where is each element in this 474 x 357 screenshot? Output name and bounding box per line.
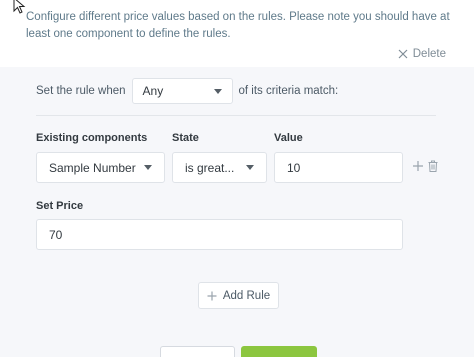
divider: [36, 115, 436, 116]
delete-label: Delete: [412, 48, 446, 60]
value-label: Value: [274, 132, 303, 144]
rule-suffix-text: of its criteria match:: [238, 85, 339, 97]
cancel-button[interactable]: [160, 346, 235, 357]
mouse-pointer-icon: [13, 0, 26, 14]
chevron-down-icon: [144, 165, 152, 170]
rules-description: Configure different price values based o…: [26, 11, 450, 40]
add-rule-label: Add Rule: [222, 289, 271, 302]
set-price-input[interactable]: 70: [36, 219, 403, 250]
component-select[interactable]: Sample Number: [36, 152, 165, 183]
add-rule-button[interactable]: Add Rule: [198, 282, 279, 309]
match-type-value: Any: [142, 84, 164, 98]
chevron-down-icon: [213, 88, 222, 94]
trash-icon[interactable]: [428, 160, 438, 172]
rule-match-row: Set the rule when Any of its criteria ma…: [36, 78, 338, 104]
component-select-value: Sample Number: [49, 160, 136, 175]
existing-components-label: Existing components: [36, 132, 148, 144]
rule-panel: [0, 67, 474, 357]
set-price-label: Set Price: [36, 200, 84, 212]
rule-prefix-text: Set the rule when: [36, 85, 126, 97]
set-price-value: 70: [49, 227, 63, 242]
save-button[interactable]: [241, 346, 317, 357]
add-criteria-plus-icon[interactable]: [412, 160, 424, 172]
state-label: State: [172, 132, 199, 144]
chevron-down-icon: [246, 165, 254, 170]
value-input[interactable]: 10: [274, 152, 403, 183]
close-icon: [398, 49, 408, 59]
state-select-value: is great...: [185, 160, 235, 175]
state-select[interactable]: is great...: [172, 152, 267, 183]
value-input-text: 10: [287, 160, 301, 175]
delete-button[interactable]: Delete: [398, 48, 446, 60]
plus-icon: [207, 291, 217, 300]
match-type-select[interactable]: Any: [131, 78, 233, 104]
